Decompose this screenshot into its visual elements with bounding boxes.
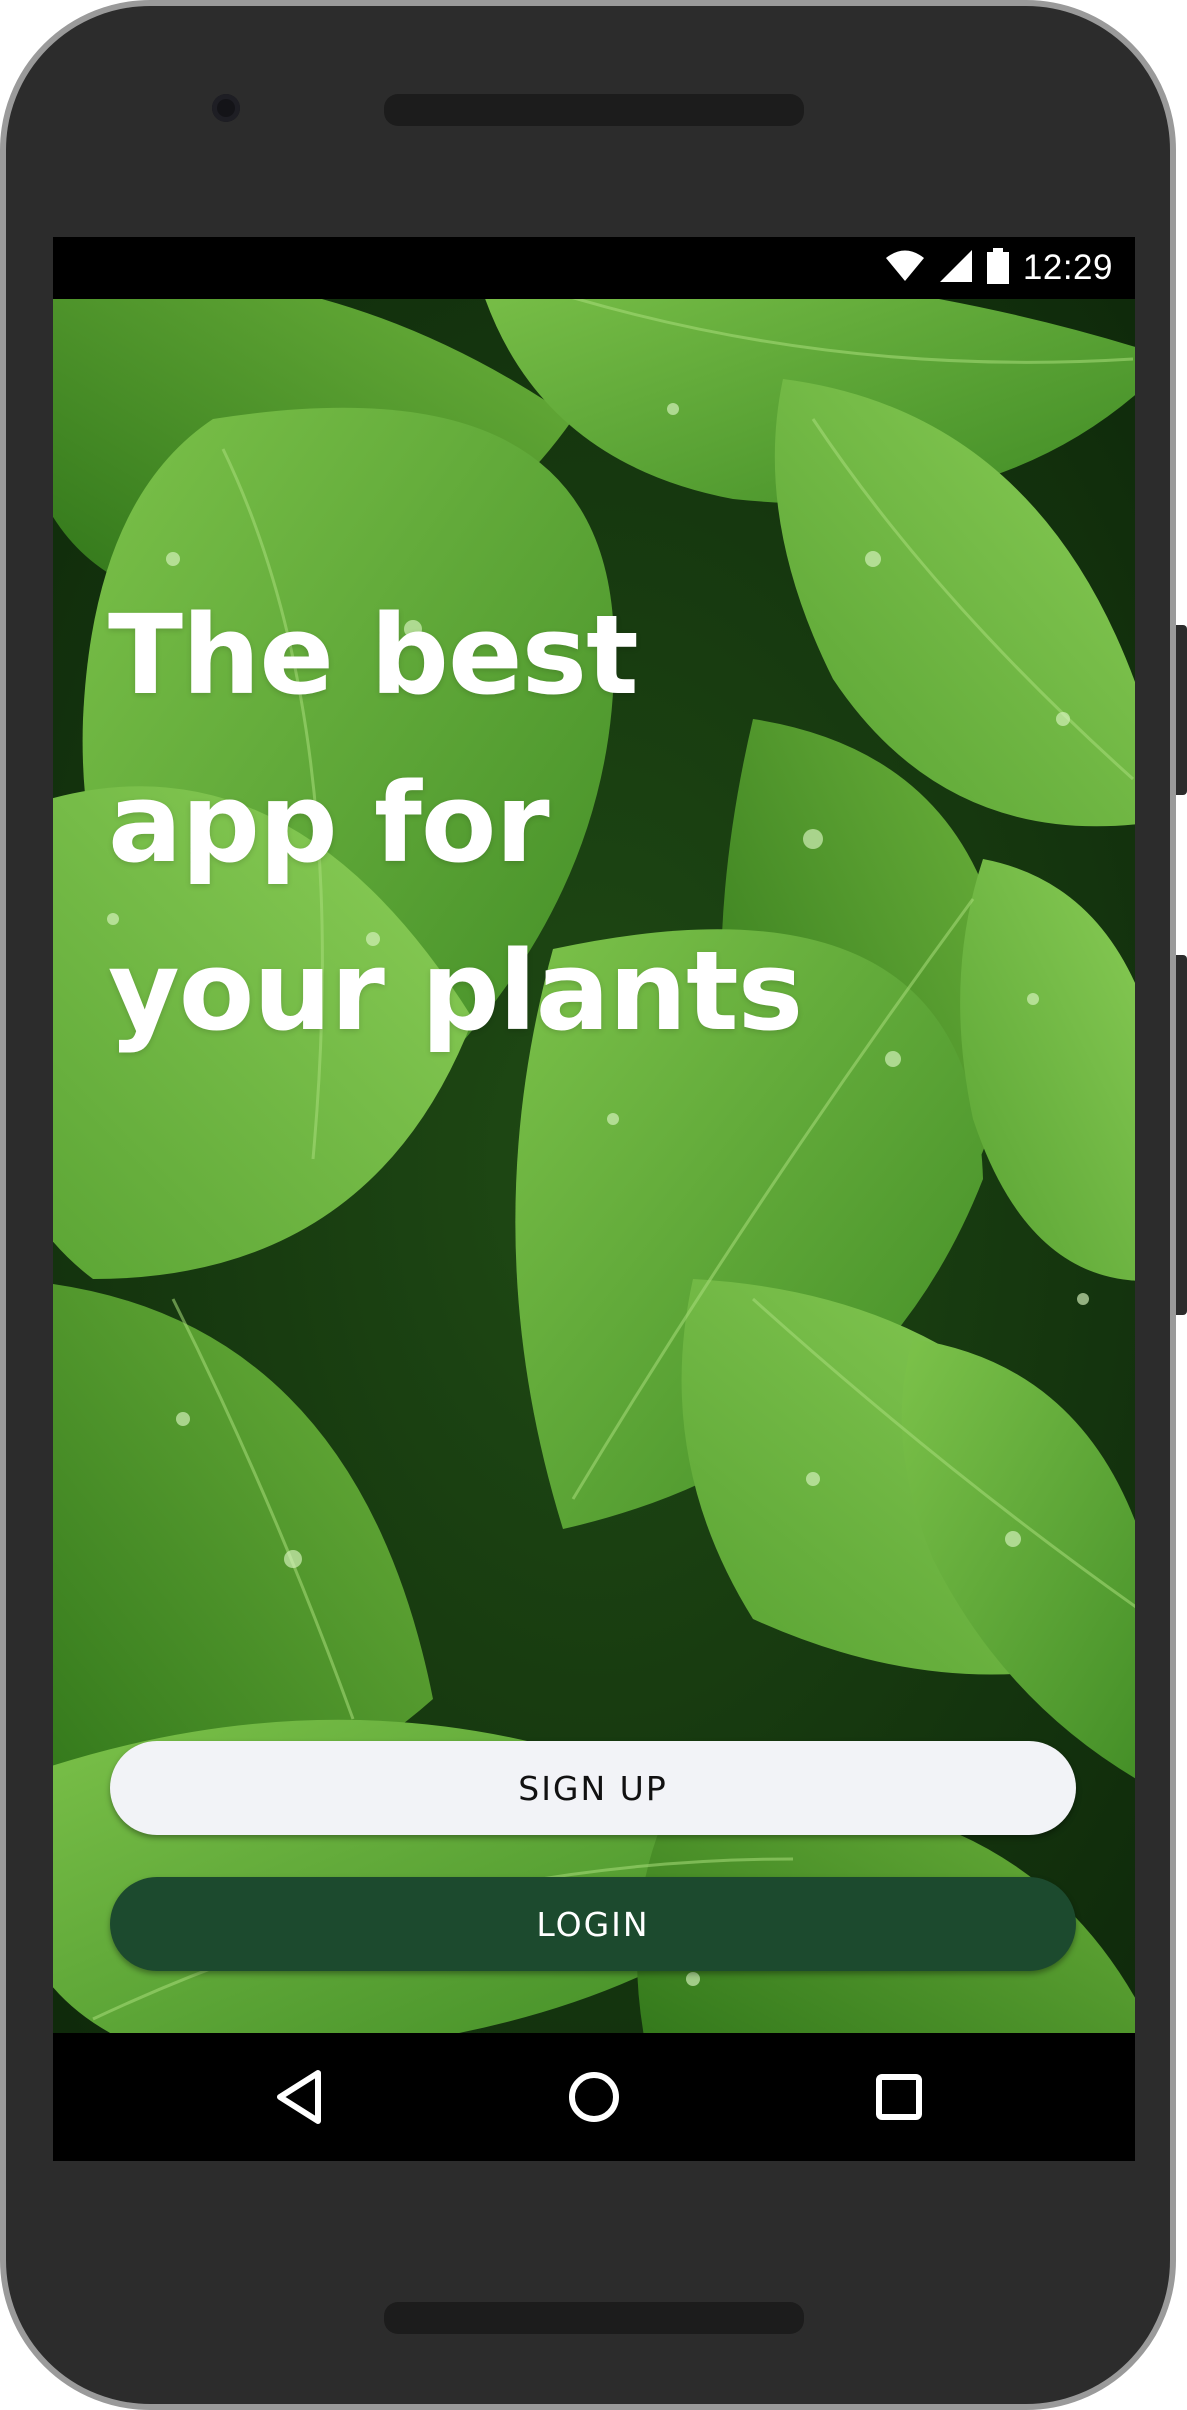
battery-icon (986, 248, 1009, 288)
wifi-icon (885, 249, 925, 287)
phone-frame: 12:29 The best app for your plants SIGN … (0, 0, 1176, 2410)
phone-screen: 12:29 The best app for your plants SIGN … (53, 237, 1135, 2161)
signal-icon (939, 249, 973, 287)
front-camera (212, 94, 240, 122)
bottom-speaker (384, 2302, 804, 2334)
headline-line: app for (108, 759, 550, 887)
earpiece-speaker (384, 94, 804, 126)
sign-up-button[interactable]: SIGN UP (110, 1741, 1076, 1835)
status-icons: 12:29 (885, 237, 1113, 299)
volume-button (1176, 625, 1187, 795)
headline-line: your plants (108, 927, 803, 1055)
home-icon[interactable] (556, 2059, 632, 2135)
recents-icon[interactable] (861, 2059, 937, 2135)
login-button[interactable]: LOGIN (110, 1877, 1076, 1971)
welcome-headline: The best app for your plants (108, 571, 1008, 1075)
status-bar: 12:29 (53, 237, 1135, 299)
navigation-bar (53, 2033, 1135, 2161)
headline-line: The best (108, 591, 639, 719)
power-button (1176, 955, 1187, 1315)
status-time: 12:29 (1022, 248, 1113, 287)
back-icon[interactable] (261, 2059, 337, 2135)
welcome-screen: The best app for your plants SIGN UP LOG… (53, 299, 1135, 2033)
